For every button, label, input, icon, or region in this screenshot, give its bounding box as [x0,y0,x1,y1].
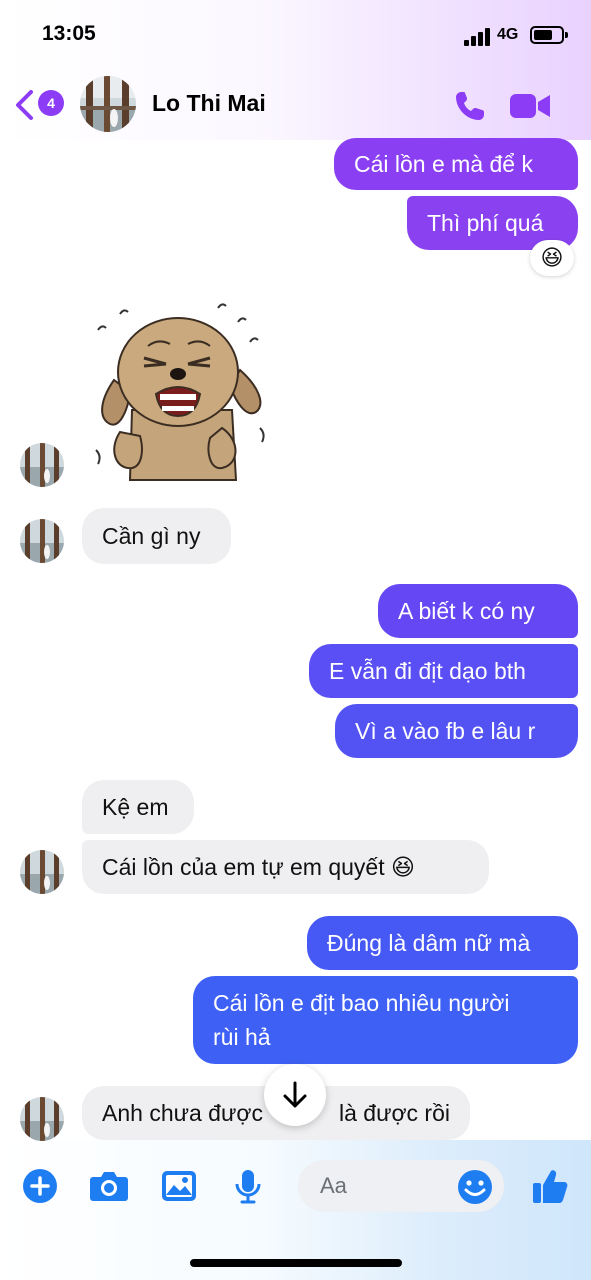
message-text: là được rồi [338,1100,450,1126]
outgoing-message[interactable]: Đúng là dâm nữ mà [307,916,578,970]
incoming-message[interactable]: Kệ em [82,780,194,834]
message-text: Vì a vào fb e lâu r [355,718,536,744]
image-icon [162,1171,196,1201]
message-text: Cái lồn e mà để k [354,151,533,177]
outgoing-message[interactable]: E vẫn đi địt dạo bth [309,644,578,698]
message-composer [0,1150,591,1222]
message-text: E vẫn đi địt dạo bth [329,658,526,684]
message-text-line: Cái lồn e địt bao nhiêu người [213,990,510,1016]
message-text: Cái lồn của em tự em quyết 😆 [102,854,415,880]
message-text-line: rùi hả [213,1024,271,1050]
message-text: Thì phí quá [427,210,544,236]
voice-button[interactable] [228,1166,268,1206]
outgoing-message[interactable]: Cái lồn e địt bao nhiêu người rùi hả [193,976,578,1064]
outgoing-message[interactable]: Cái lồn e mà để k [334,138,578,190]
camera-icon [90,1172,128,1201]
home-indicator [190,1259,402,1267]
scroll-to-bottom-button[interactable] [264,1064,326,1126]
laughing-emoji-icon: 😆 [540,245,564,270]
thumbs-up-icon [533,1170,568,1203]
message-text: Cần gì ny [102,523,201,549]
camera-button[interactable] [89,1166,129,1206]
message-text: Anh chưa được [102,1100,263,1126]
avatar[interactable] [20,1097,64,1141]
outgoing-message[interactable]: Vì a vào fb e lâu r [335,704,578,758]
microphone-icon [235,1170,261,1204]
message-text: Kệ em [102,794,169,820]
message-text: A biết k có ny [398,598,535,624]
plus-button[interactable] [20,1166,60,1206]
incoming-message[interactable]: Cái lồn của em tự em quyết 😆 [82,840,489,894]
emoji-icon[interactable] [456,1168,494,1206]
avatar[interactable] [20,443,64,487]
gallery-button[interactable] [159,1166,199,1206]
crying-dog-sticker[interactable] [90,300,270,490]
arrow-down-icon [283,1081,307,1108]
incoming-message[interactable]: Cần gì ny [82,508,231,564]
outgoing-message[interactable]: A biết k có ny [378,584,578,638]
like-button[interactable] [530,1166,570,1206]
message-reaction[interactable]: 😆 [530,240,574,276]
avatar[interactable] [20,850,64,894]
avatar[interactable] [20,519,64,563]
message-text: Đúng là dâm nữ mà [327,930,531,956]
plus-icon [23,1169,57,1203]
message-list[interactable]: Cái lồn e mà để k Thì phí quá 😆 Cần gì n… [0,0,591,1280]
